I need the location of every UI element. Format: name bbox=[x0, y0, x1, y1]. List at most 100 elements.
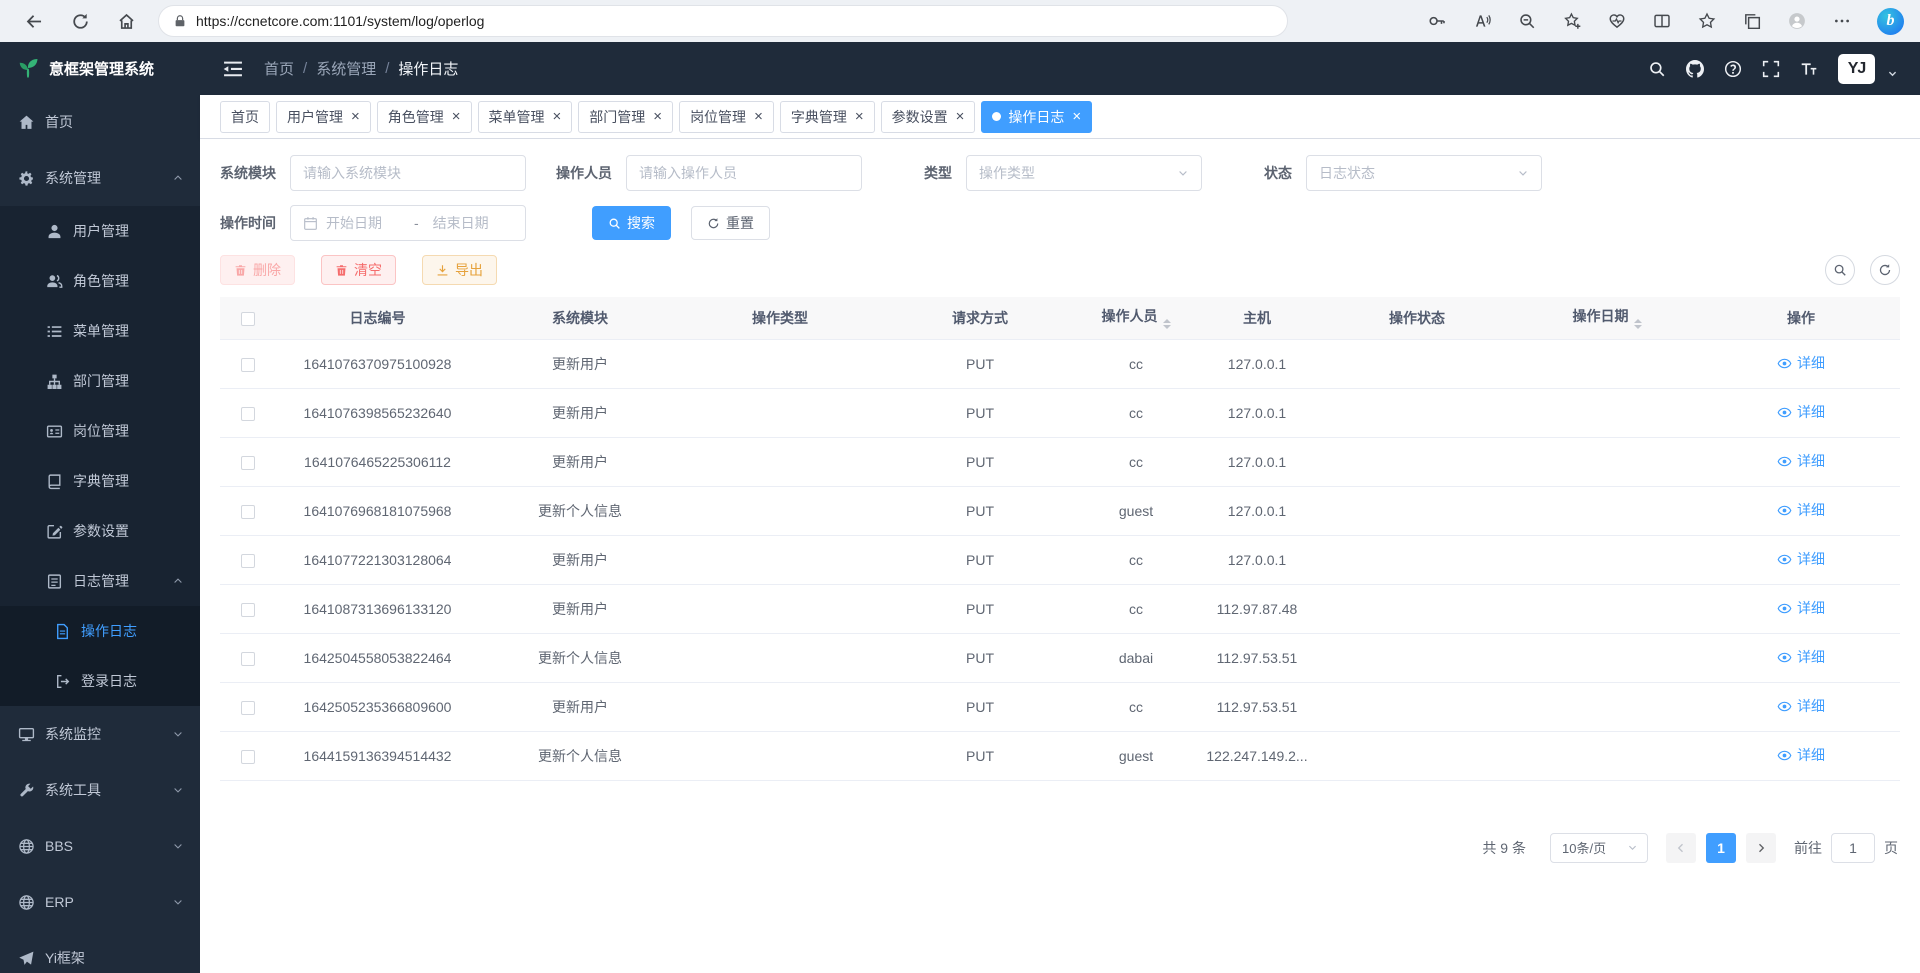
sidebar-item-menu[interactable]: 菜单管理 bbox=[0, 306, 200, 356]
row-checkbox[interactable] bbox=[241, 603, 255, 617]
row-checkbox[interactable] bbox=[241, 407, 255, 421]
detail-link[interactable]: 详细 bbox=[1777, 696, 1825, 716]
export-button[interactable]: 导出 bbox=[422, 255, 497, 285]
browser-home-button[interactable] bbox=[108, 3, 144, 39]
breadcrumb-item[interactable]: 系统管理 bbox=[316, 58, 376, 79]
close-icon[interactable]: × bbox=[1072, 109, 1081, 124]
detail-link[interactable]: 详细 bbox=[1777, 353, 1825, 373]
type-filter-select[interactable]: 操作类型 bbox=[966, 155, 1202, 191]
clear-button[interactable]: 清空 bbox=[321, 255, 396, 285]
row-checkbox[interactable] bbox=[241, 554, 255, 568]
sidebar-item-home[interactable]: 首页 bbox=[0, 94, 200, 150]
tab-dept[interactable]: 部门管理× bbox=[578, 101, 673, 133]
search-button[interactable]: 搜索 bbox=[592, 206, 671, 240]
split-screen-icon[interactable] bbox=[1652, 11, 1672, 31]
detail-link[interactable]: 详细 bbox=[1777, 549, 1825, 569]
detail-link[interactable]: 详细 bbox=[1777, 451, 1825, 471]
bing-icon[interactable]: b bbox=[1877, 8, 1904, 35]
close-icon[interactable]: × bbox=[754, 109, 763, 124]
browser-address-bar[interactable]: https://ccnetcore.com:1101/system/log/op… bbox=[158, 5, 1288, 37]
close-icon[interactable]: × bbox=[855, 109, 864, 124]
sidebar-item-dept[interactable]: 部门管理 bbox=[0, 356, 200, 406]
operator-filter-input[interactable] bbox=[626, 155, 862, 191]
detail-link[interactable]: 详细 bbox=[1777, 402, 1825, 422]
close-icon[interactable]: × bbox=[956, 109, 965, 124]
tab-param[interactable]: 参数设置× bbox=[881, 101, 976, 133]
tab-operlog[interactable]: 操作日志× bbox=[981, 101, 1092, 133]
refresh-table-icon[interactable] bbox=[1870, 255, 1900, 285]
sidebar-item-label: Yi框架 bbox=[45, 948, 85, 968]
close-icon[interactable]: × bbox=[653, 109, 662, 124]
sidebar-item-param[interactable]: 参数设置 bbox=[0, 506, 200, 556]
reset-button[interactable]: 重置 bbox=[691, 206, 770, 240]
tab-home[interactable]: 首页 bbox=[220, 101, 270, 133]
detail-link[interactable]: 详细 bbox=[1777, 745, 1825, 765]
browser-refresh-button[interactable] bbox=[62, 3, 98, 39]
fullscreen-icon[interactable] bbox=[1762, 60, 1780, 78]
select-all-checkbox[interactable] bbox=[241, 312, 255, 326]
row-checkbox[interactable] bbox=[241, 701, 255, 715]
row-checkbox[interactable] bbox=[241, 652, 255, 666]
add-favorite-icon[interactable] bbox=[1562, 11, 1582, 31]
user-logo-badge[interactable]: YJ bbox=[1838, 54, 1875, 84]
sidebar-item-operlog[interactable]: 操作日志 bbox=[0, 606, 200, 656]
goto-page-input[interactable] bbox=[1831, 833, 1875, 863]
read-aloud-icon[interactable] bbox=[1472, 11, 1492, 31]
tab-dict[interactable]: 字典管理× bbox=[780, 101, 875, 133]
page-size-select[interactable]: 10条/页 bbox=[1550, 833, 1648, 863]
browser-profile-avatar[interactable] bbox=[1787, 11, 1807, 31]
row-checkbox[interactable] bbox=[241, 358, 255, 372]
site-permissions-key-icon[interactable] bbox=[1427, 11, 1447, 31]
close-icon[interactable]: × bbox=[553, 109, 562, 124]
row-checkbox[interactable] bbox=[241, 456, 255, 470]
cell-id: 1641087313696133120 bbox=[275, 584, 480, 633]
delete-button[interactable]: 删除 bbox=[220, 255, 295, 285]
row-checkbox[interactable] bbox=[241, 505, 255, 519]
next-page-button[interactable] bbox=[1746, 833, 1776, 863]
sidebar-item-yi[interactable]: Yi框架 bbox=[0, 930, 200, 973]
collections-icon[interactable] bbox=[1742, 11, 1762, 31]
module-filter-input[interactable] bbox=[290, 155, 526, 191]
sidebar-item-erp[interactable]: ERP bbox=[0, 874, 200, 930]
sort-icon[interactable] bbox=[1163, 319, 1171, 329]
sidebar-item-post[interactable]: 岗位管理 bbox=[0, 406, 200, 456]
browser-back-button[interactable] bbox=[16, 3, 52, 39]
sort-icon[interactable] bbox=[1634, 319, 1642, 329]
sidebar-item-label: 角色管理 bbox=[73, 271, 129, 291]
sidebar-item-monitor[interactable]: 系统监控 bbox=[0, 706, 200, 762]
browser-more-button[interactable] bbox=[1832, 11, 1852, 31]
close-icon[interactable]: × bbox=[452, 109, 461, 124]
tab-post[interactable]: 岗位管理× bbox=[679, 101, 774, 133]
browser-essentials-icon[interactable] bbox=[1607, 11, 1627, 31]
github-icon[interactable] bbox=[1686, 60, 1704, 78]
tab-role[interactable]: 角色管理× bbox=[377, 101, 472, 133]
sidebar-item-system[interactable]: 系统管理 bbox=[0, 150, 200, 206]
header-search-icon[interactable] bbox=[1648, 60, 1666, 78]
page-number-button[interactable]: 1 bbox=[1706, 833, 1736, 863]
prev-page-button[interactable] bbox=[1666, 833, 1696, 863]
sidebar-item-role[interactable]: 角色管理 bbox=[0, 256, 200, 306]
breadcrumb-item[interactable]: 首页 bbox=[264, 58, 294, 79]
font-size-icon[interactable] bbox=[1800, 60, 1818, 78]
date-range-picker[interactable]: 开始日期 - 结束日期 bbox=[290, 205, 526, 241]
help-icon[interactable] bbox=[1724, 60, 1742, 78]
detail-link[interactable]: 详细 bbox=[1777, 500, 1825, 520]
close-icon[interactable]: × bbox=[351, 109, 360, 124]
favorites-icon[interactable] bbox=[1697, 11, 1717, 31]
row-checkbox[interactable] bbox=[241, 750, 255, 764]
sidebar-item-log[interactable]: 日志管理 bbox=[0, 556, 200, 606]
chevron-down-icon[interactable] bbox=[1887, 68, 1898, 79]
toggle-search-icon[interactable] bbox=[1825, 255, 1855, 285]
zoom-out-icon[interactable] bbox=[1517, 11, 1537, 31]
sidebar-item-loginlog[interactable]: 登录日志 bbox=[0, 656, 200, 706]
tab-user[interactable]: 用户管理× bbox=[276, 101, 371, 133]
tab-menu[interactable]: 菜单管理× bbox=[478, 101, 573, 133]
detail-link[interactable]: 详细 bbox=[1777, 647, 1825, 667]
sidebar-item-tools[interactable]: 系统工具 bbox=[0, 762, 200, 818]
detail-link[interactable]: 详细 bbox=[1777, 598, 1825, 618]
status-filter-select[interactable]: 日志状态 bbox=[1306, 155, 1542, 191]
sidebar-item-bbs[interactable]: BBS bbox=[0, 818, 200, 874]
sidebar-toggle-button[interactable] bbox=[222, 58, 244, 80]
sidebar-item-dict[interactable]: 字典管理 bbox=[0, 456, 200, 506]
sidebar-item-user[interactable]: 用户管理 bbox=[0, 206, 200, 256]
